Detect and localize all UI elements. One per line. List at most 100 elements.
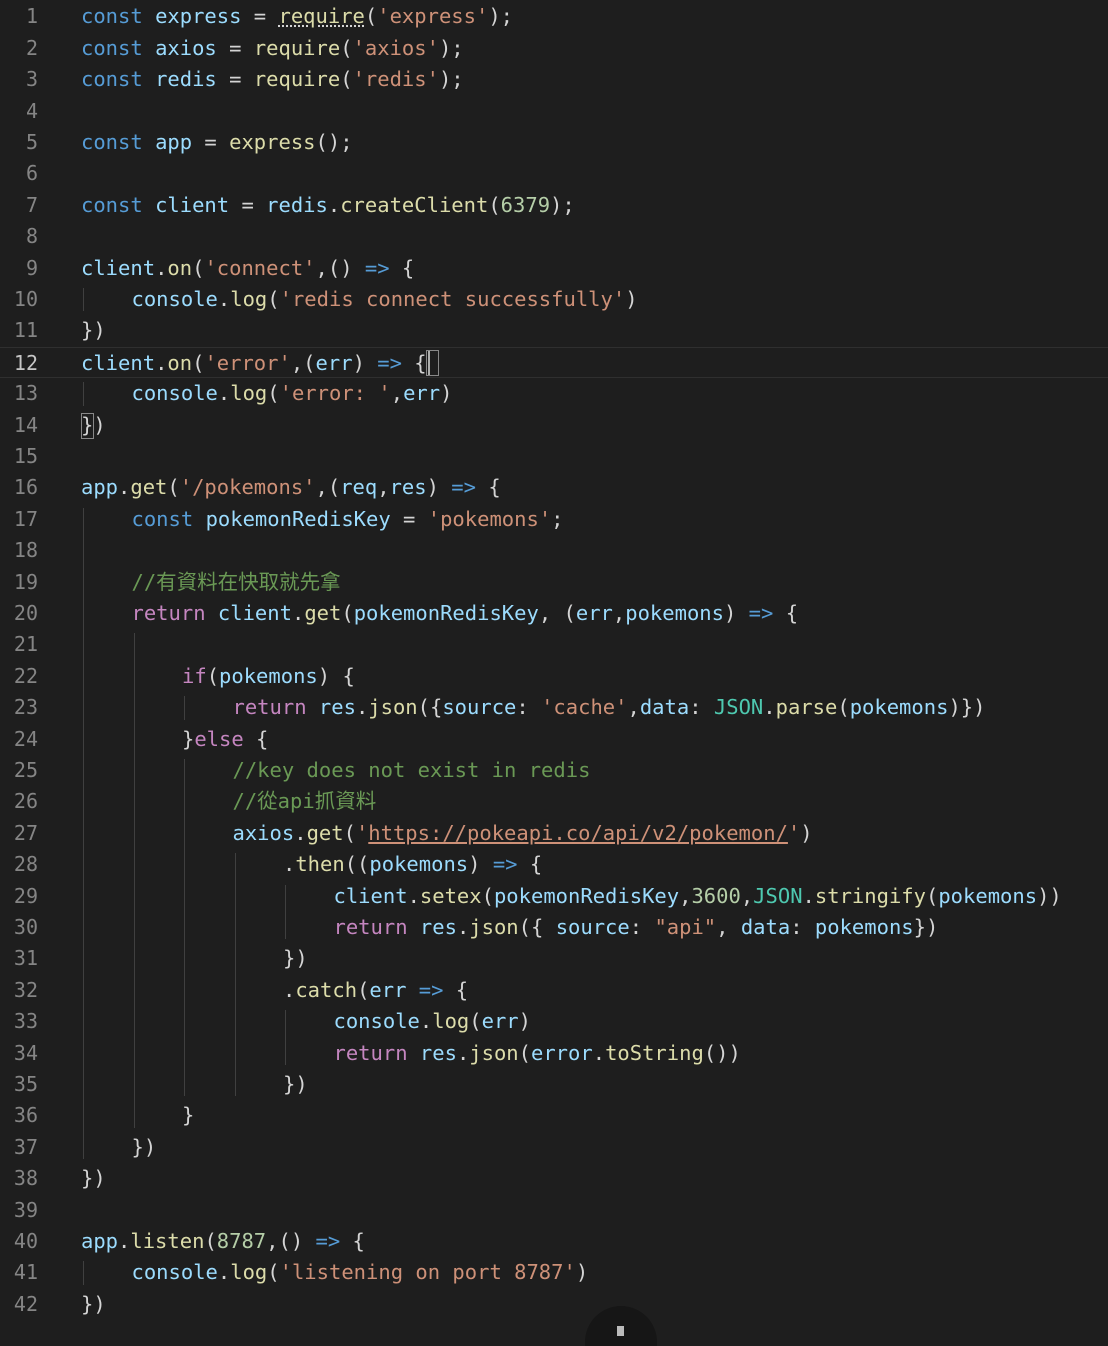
code-token: .	[283, 852, 296, 877]
code-text: const axios = require('axios');	[81, 33, 464, 64]
code-token: {	[475, 475, 501, 500]
code-token: )	[426, 475, 452, 500]
code-token: {	[401, 350, 427, 375]
code-token: pokemons	[814, 915, 914, 939]
code-token: on	[167, 350, 193, 375]
code-line[interactable]: 39	[0, 1195, 1108, 1226]
code-line[interactable]: 11})	[0, 315, 1108, 346]
code-line[interactable]: 21	[0, 629, 1108, 660]
code-line[interactable]: 22 if(pokemons) {	[0, 661, 1108, 692]
code-line[interactable]: 30 return res.json({ source: "api", data:…	[0, 912, 1108, 943]
code-line[interactable]: 38})	[0, 1163, 1108, 1194]
code-line[interactable]: 18	[0, 535, 1108, 566]
code-token: //從api抓資料	[232, 789, 377, 814]
code-line[interactable]: 17 const pokemonRedisKey = 'pokemons';	[0, 504, 1108, 535]
code-token: err	[481, 1009, 519, 1034]
code-text: const app = express();	[81, 127, 353, 158]
code-token: ,(	[315, 475, 341, 500]
code-line[interactable]: 9 client.on('connect',() => {	[0, 253, 1108, 284]
code-line[interactable]: 25 //key does not exist in redis	[0, 755, 1108, 786]
code-line[interactable]: 40 app.listen(8787,() => {	[0, 1226, 1108, 1257]
code-line[interactable]: 29 client.setex(pokemonRedisKey,3600,JSON…	[0, 881, 1108, 912]
code-token: (	[204, 1229, 217, 1253]
code-token: app	[155, 130, 193, 154]
code-line[interactable]: 3 const redis = require('redis');	[0, 64, 1108, 95]
code-token: client	[155, 192, 230, 217]
code-line[interactable]: 19 //有資料在快取就先拿	[0, 567, 1108, 598]
code-token: require	[253, 35, 341, 60]
code-token: }	[182, 726, 195, 751]
code-token: get	[306, 820, 344, 845]
line-number: 20	[13, 601, 38, 625]
code-line[interactable]: 27 axios.get('https://pokeapi.co/api/v2/p…	[0, 818, 1108, 849]
code-token: pokemons	[219, 663, 318, 688]
code-line[interactable]: 16 app.get('/pokemons',(req,res) => {	[0, 472, 1108, 503]
code-line[interactable]: 7 const client = redis.createClient(6379)…	[0, 190, 1108, 221]
line-number: 16	[13, 475, 38, 500]
code-line[interactable]: 37})	[0, 1132, 1108, 1163]
code-token: ();	[315, 130, 353, 154]
code-token: })	[81, 1291, 106, 1316]
indent-guide	[285, 1010, 286, 1065]
code-token: ({	[417, 695, 443, 720]
line-number: 24	[13, 726, 38, 751]
code-line[interactable]: 12 client.on('error',(err) => {	[0, 346, 1108, 379]
code-token: 8787	[216, 1229, 267, 1253]
code-token: ((	[344, 852, 370, 877]
line-number: 38	[13, 1166, 38, 1191]
code-token: err	[315, 350, 353, 375]
code-token: .	[217, 287, 231, 311]
line-number: 8	[25, 224, 38, 249]
code-line[interactable]: 41 console.log('listening on port 8787')	[0, 1257, 1108, 1288]
code-token: )	[352, 350, 378, 375]
code-line[interactable]: 4	[0, 96, 1108, 127]
code-token: =	[216, 35, 254, 60]
code-line[interactable]: 28 .then((pokemons) => {	[0, 849, 1108, 880]
code-line[interactable]: 15	[0, 441, 1108, 472]
code-line[interactable]: 42})	[0, 1289, 1108, 1320]
code-editor[interactable]: 1 const express = require('express'); 2 con…	[0, 0, 1108, 1336]
code-token: })	[283, 946, 308, 971]
code-token: (	[488, 192, 501, 217]
code-token: })	[81, 1166, 106, 1191]
code-line[interactable]: 14})	[0, 410, 1108, 441]
code-token: :	[629, 915, 655, 939]
code-line[interactable]: 34 return res.json(error.toString())	[0, 1038, 1108, 1069]
code-line[interactable]: 13 console.log('error: ',err)	[0, 378, 1108, 409]
code-token: on	[167, 255, 193, 280]
code-line[interactable]: 2 const axios = require('axios');	[0, 33, 1108, 64]
code-line[interactable]: 6	[0, 158, 1108, 189]
code-line[interactable]: 1 const express = require('express');	[0, 1, 1108, 32]
code-token: req	[340, 475, 378, 500]
code-line[interactable]: 26 //從api抓資料	[0, 786, 1108, 817]
code-token: {	[243, 726, 269, 751]
code-line[interactable]: 10 console.log('redis connect successfull…	[0, 284, 1108, 315]
code-token: client	[81, 255, 156, 280]
code-token: })	[81, 318, 106, 343]
code-line[interactable]: 5 const app = express();	[0, 127, 1108, 158]
code-token: console	[131, 1260, 218, 1285]
code-token: ,	[612, 601, 626, 625]
code-token: ))	[1037, 883, 1062, 908]
code-token: err	[575, 601, 613, 625]
code-token: (	[167, 475, 180, 500]
code-text: client.setex(pokemonRedisKey,3600,JSON.s…	[334, 881, 1062, 912]
code-line[interactable]: 20 return client.get(pokemonRedisKey, (er…	[0, 598, 1108, 629]
code-token: (	[192, 255, 205, 280]
code-line[interactable]: 35})	[0, 1069, 1108, 1100]
code-token: .	[155, 255, 168, 280]
code-token: pokemons	[625, 601, 724, 625]
code-line[interactable]: 8	[0, 221, 1108, 252]
code-token: (	[267, 287, 280, 311]
code-token: if	[182, 663, 207, 688]
code-line[interactable]: 36}	[0, 1100, 1108, 1131]
line-number: 12	[13, 350, 38, 375]
code-line[interactable]: 33 console.log(err)	[0, 1006, 1108, 1037]
code-line[interactable]: 31})	[0, 943, 1108, 974]
code-line[interactable]: 24}else {	[0, 724, 1108, 755]
code-line[interactable]: 23 return res.json({source: 'cache',data:…	[0, 692, 1108, 723]
indent-guide	[285, 884, 286, 940]
code-line[interactable]: 32 .catch(err => {	[0, 975, 1108, 1006]
code-token: const	[81, 130, 156, 154]
code-token: 'redis'	[352, 67, 439, 92]
